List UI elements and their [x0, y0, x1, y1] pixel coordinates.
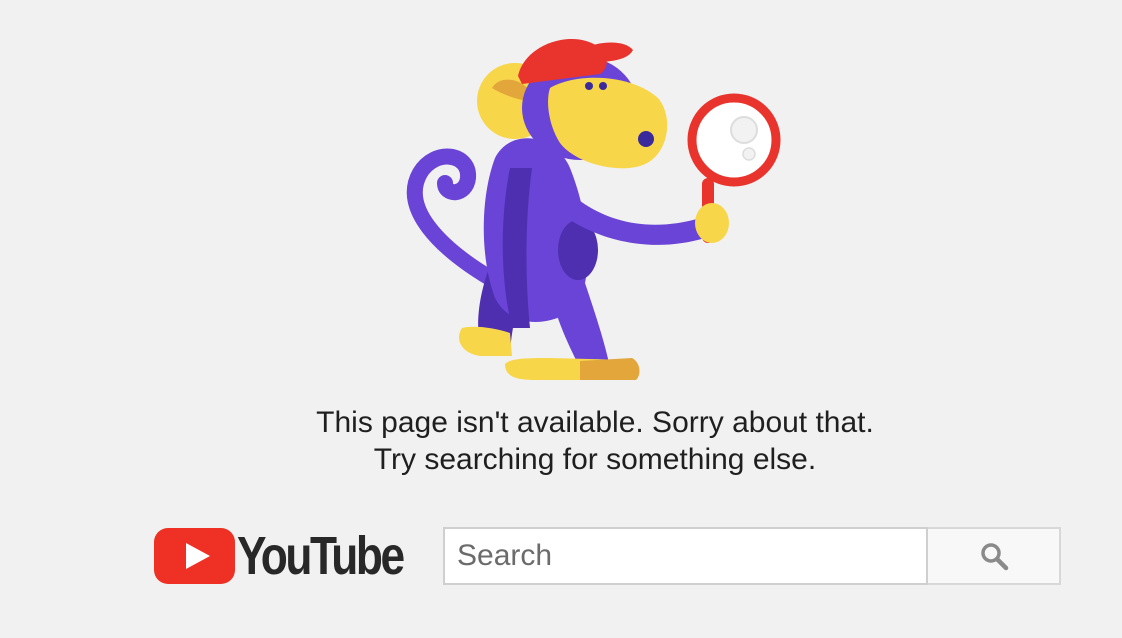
error-message-line2: Try searching for something else.: [373, 443, 817, 476]
error-message: This page isn't available. Sorry about t…: [0, 404, 1122, 478]
youtube-wordmark: YouTube: [237, 526, 405, 586]
youtube-play-icon: [154, 528, 235, 584]
search-button[interactable]: [928, 527, 1061, 585]
search-icon: [980, 543, 1008, 571]
search-bar: YouTube: [154, 527, 1061, 585]
monkey-magnifier-illustration: [406, 38, 781, 380]
youtube-logo[interactable]: YouTube: [154, 527, 427, 585]
error-message-line1: This page isn't available. Sorry about t…: [316, 406, 874, 439]
search-input[interactable]: [443, 527, 928, 585]
error-page: This page isn't available. Sorry about t…: [0, 0, 1122, 638]
